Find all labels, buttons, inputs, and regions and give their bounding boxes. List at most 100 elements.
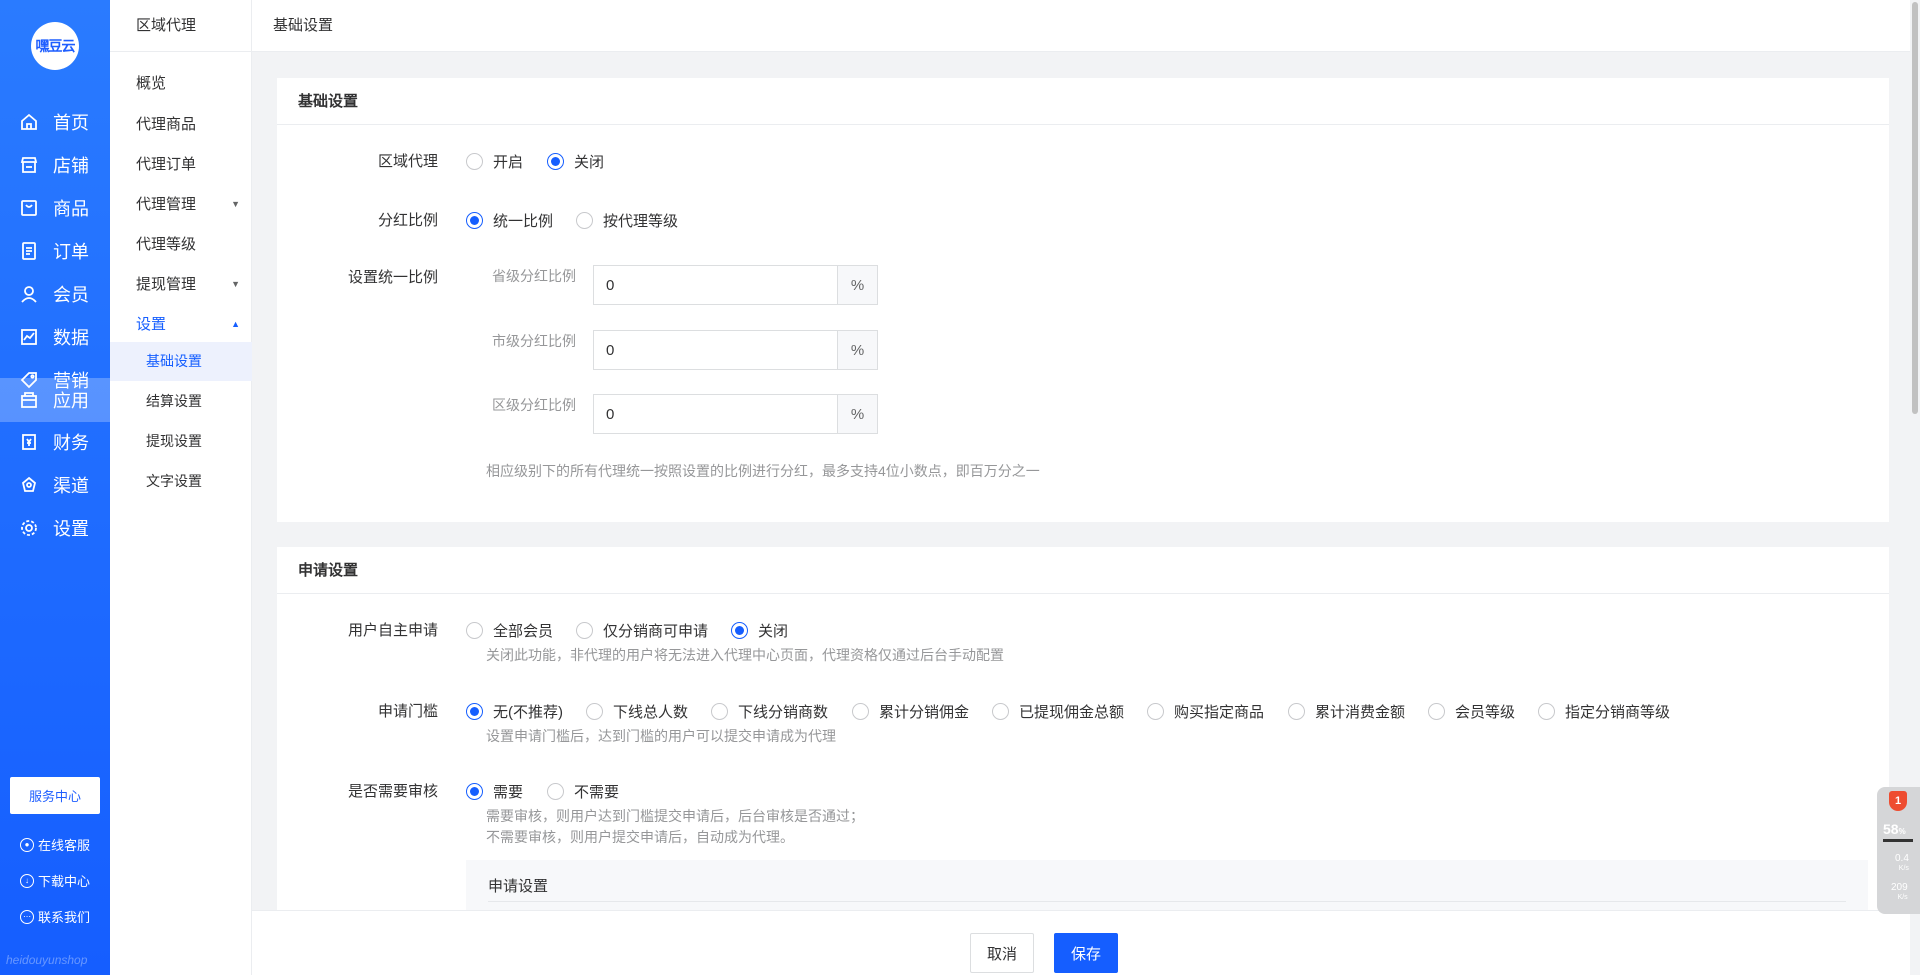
radio-region-on[interactable]: 开启 xyxy=(466,151,523,172)
radio-review-no[interactable]: 不需要 xyxy=(547,781,619,802)
submenu-sub-basic[interactable]: 基础设置 xyxy=(110,342,252,381)
contact-us-link[interactable]: ⋯ 联系我们 xyxy=(20,907,90,926)
nav-finance[interactable]: 财务 xyxy=(0,419,110,465)
submenu-sub-settlement[interactable]: 结算设置 xyxy=(110,382,252,421)
radio-threshold-commission[interactable]: 累计分销佣金 xyxy=(852,701,969,722)
card-title: 申请设置 xyxy=(277,547,1889,594)
radio-threshold-downline[interactable]: 下线总人数 xyxy=(586,701,688,722)
district-ratio-input[interactable] xyxy=(594,395,837,433)
radio-threshold-member-level[interactable]: 会员等级 xyxy=(1428,701,1515,722)
shield-icon: 1 xyxy=(1889,791,1907,811)
nav-store[interactable]: 店铺 xyxy=(0,142,110,188)
submenu-label: 提现管理 xyxy=(136,276,197,293)
nav-data[interactable]: 数据 xyxy=(0,314,110,360)
save-button[interactable]: 保存 xyxy=(1054,933,1118,973)
chart-icon xyxy=(19,327,39,347)
online-service-link[interactable]: ● 在线客服 xyxy=(20,835,90,854)
download-rate: 209 K/s xyxy=(1891,883,1908,903)
radio-unified-ratio[interactable]: 统一比例 xyxy=(466,210,553,231)
radio-apply-distributor[interactable]: 仅分销商可申请 xyxy=(576,620,708,641)
radio-label: 关闭 xyxy=(758,623,789,640)
nav-label: 店铺 xyxy=(53,156,89,176)
radio-label: 关闭 xyxy=(574,154,605,171)
channel-icon xyxy=(19,475,39,495)
submenu-label: 设置 xyxy=(136,316,167,333)
province-ratio-label: 省级分红比例 xyxy=(492,268,576,284)
nav-label: 首页 xyxy=(53,113,89,133)
submenu-sub-withdraw[interactable]: 提现设置 xyxy=(110,422,252,461)
finance-icon xyxy=(19,432,39,452)
caret-up-icon: ▲ xyxy=(231,318,240,329)
scrollbar-thumb[interactable] xyxy=(1912,2,1918,414)
radio-dot xyxy=(1147,703,1164,720)
radio-dot xyxy=(852,703,869,720)
secondary-menu: 区域代理 概览 代理商品 代理订单 代理管理 ▼ 代理等级 提现管理 ▼ 设置 ▲ 基… xyxy=(110,0,252,975)
cancel-button[interactable]: 取消 xyxy=(970,933,1034,973)
radio-dot xyxy=(466,703,483,720)
province-ratio-input[interactable] xyxy=(594,266,837,304)
nav-member[interactable]: 会员 xyxy=(0,271,110,317)
submenu-item-agent-manage[interactable]: 代理管理 ▼ xyxy=(136,193,240,214)
submenu-item-agent-orders[interactable]: 代理订单 xyxy=(136,153,240,174)
submenu-sub-text[interactable]: 文字设置 xyxy=(110,462,252,501)
submenu-item-agent-goods[interactable]: 代理商品 xyxy=(136,113,240,134)
download-unit: K/s xyxy=(1897,894,1908,901)
percent-unit: % xyxy=(837,395,877,433)
radio-threshold-product[interactable]: 购买指定商品 xyxy=(1147,701,1264,722)
download-icon: ↓ xyxy=(20,873,34,888)
download-center-link[interactable]: ↓ 下载中心 xyxy=(20,871,90,890)
divider xyxy=(488,901,1846,902)
online-service-label: 在线客服 xyxy=(38,838,91,853)
radio-region-off[interactable]: 关闭 xyxy=(547,151,604,172)
radio-dot xyxy=(731,622,748,639)
radio-apply-all[interactable]: 全部会员 xyxy=(466,620,553,641)
self-apply-help: 关闭此功能，非代理的用户将无法进入代理中心页面，代理资格仅通过后台手动配置 xyxy=(486,647,1004,663)
radio-threshold-spending[interactable]: 累计消费金额 xyxy=(1288,701,1405,722)
member-icon xyxy=(19,284,39,304)
city-ratio-input[interactable] xyxy=(594,331,837,369)
radio-label: 需要 xyxy=(493,784,524,801)
radio-label: 购买指定商品 xyxy=(1174,704,1265,721)
radio-dot xyxy=(576,622,593,639)
radio-threshold-distributor-level[interactable]: 指定分销商等级 xyxy=(1538,701,1670,722)
review-help-1: 需要审核，则用户达到门槛提交申请后，后台审核是否通过； xyxy=(486,808,864,824)
radio-label: 无(不推荐) xyxy=(493,704,563,721)
nav-settings[interactable]: 设置 xyxy=(0,505,110,551)
radio-dot xyxy=(466,622,483,639)
radio-by-level[interactable]: 按代理等级 xyxy=(576,210,678,231)
brand-logo[interactable]: 嘿豆云 xyxy=(31,22,79,70)
radio-label: 不需要 xyxy=(574,784,620,801)
radio-apply-off[interactable]: 关闭 xyxy=(731,620,788,641)
nav-label: 设置 xyxy=(53,519,89,539)
radio-dot xyxy=(547,153,564,170)
radio-label: 已提现佣金总额 xyxy=(1019,704,1125,721)
radio-threshold-distributors[interactable]: 下线分销商数 xyxy=(711,701,828,722)
usage-bar xyxy=(1883,839,1913,842)
radio-dot xyxy=(1538,703,1555,720)
radio-threshold-withdrawn[interactable]: 已提现佣金总额 xyxy=(992,701,1124,722)
radio-review-yes[interactable]: 需要 xyxy=(466,781,523,802)
review-label: 是否需要审核 xyxy=(347,783,438,800)
nav-channel[interactable]: 渠道 xyxy=(0,462,110,508)
submenu-item-settings[interactable]: 设置 ▲ xyxy=(136,313,240,334)
radio-label: 下线总人数 xyxy=(613,704,689,721)
system-monitor-widget[interactable]: 1 58% 0.4 K/s 209 K/s xyxy=(1877,787,1920,914)
radio-threshold-none[interactable]: 无(不推荐) xyxy=(466,701,563,722)
submenu-item-withdraw-manage[interactable]: 提现管理 ▼ xyxy=(136,273,240,294)
nav-goods[interactable]: 商品 xyxy=(0,185,110,231)
radio-dot xyxy=(466,212,483,229)
brand-watermark: heidouyunshop xyxy=(6,953,88,967)
goods-icon xyxy=(19,198,39,218)
submenu-item-overview[interactable]: 概览 xyxy=(136,72,240,93)
chat-icon: ⋯ xyxy=(20,909,34,924)
submenu-label: 代理商品 xyxy=(136,116,197,133)
nav-order[interactable]: 订单 xyxy=(0,228,110,274)
radio-dot xyxy=(711,703,728,720)
nav-label: 订单 xyxy=(53,242,89,262)
nav-home[interactable]: 首页 xyxy=(0,99,110,145)
service-center-button[interactable]: 服务中心 xyxy=(10,777,100,814)
headset-icon: ● xyxy=(20,837,34,852)
radio-label: 按代理等级 xyxy=(603,213,679,230)
submenu-item-agent-level[interactable]: 代理等级 xyxy=(136,233,240,254)
nav-app[interactable]: 应用 xyxy=(0,378,110,422)
